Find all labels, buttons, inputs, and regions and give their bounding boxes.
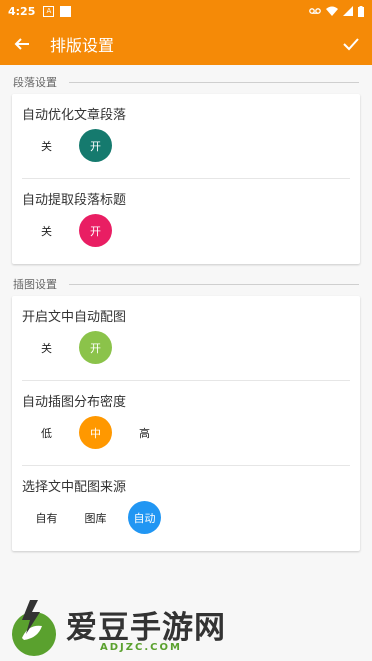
setting-label: 开启文中自动配图 [22,310,127,325]
option-low[interactable]: 低 [30,416,63,449]
option-on-selected[interactable]: 开 [79,129,112,162]
option-on-selected[interactable]: 开 [79,214,112,247]
voicemail-icon [309,8,321,14]
setting-label: 选择文中配图来源 [22,480,127,495]
paragraph-settings-card: 自动优化文章段落 关 开 自动提取段落标题 关 开 [12,94,360,264]
arrow-back-icon [14,37,29,50]
section-header-paragraph: 段落设置 [13,74,359,90]
watermark: 爱豆手游网 ADJZC.COM [8,598,258,658]
section-divider [69,81,359,83]
setting-label: 自动插图分布密度 [22,395,127,410]
section-divider [69,283,359,285]
watermark-subtext: ADJZC.COM [100,642,182,653]
battery-icon [358,5,364,17]
notification-square-icon [60,5,72,17]
option-auto-selected[interactable]: 自动 [128,501,161,534]
section-title: 插图设置 [13,278,57,291]
status-time: 4:25 [8,4,36,18]
illustration-settings-card: 开启文中自动配图 关 开 自动插图分布密度 低 中 高 选择文中配图来源 自有 … [12,296,360,551]
setting-illustration-source: 选择文中配图来源 自有 图库 自动 [12,466,360,551]
option-gallery[interactable]: 图库 [79,501,112,534]
watermark-logo-icon [12,600,56,656]
option-own[interactable]: 自有 [30,501,63,534]
check-icon [343,37,359,50]
confirm-button[interactable] [336,22,366,65]
option-medium-selected[interactable]: 中 [79,416,112,449]
option-off[interactable]: 关 [30,129,63,162]
watermark-text: 爱豆手游网 [66,610,226,646]
back-button[interactable] [0,22,44,65]
setting-label: 自动优化文章段落 [22,108,127,123]
section-header-illustration: 插图设置 [13,276,359,292]
section-title: 段落设置 [13,76,57,89]
option-off[interactable]: 关 [30,214,63,247]
status-bar: 4:25 A [0,0,372,22]
signal-icon [343,6,353,16]
option-on-selected[interactable]: 开 [79,331,112,364]
setting-auto-optimize-paragraph: 自动优化文章段落 关 开 [12,94,360,179]
setting-auto-illustrate: 开启文中自动配图 关 开 [12,296,360,381]
app-bar: 排版设置 [0,22,372,65]
wifi-icon [326,6,338,16]
notification-a-icon: A [43,5,55,17]
page-title: 排版设置 [50,35,115,55]
setting-auto-extract-title: 自动提取段落标题 关 开 [12,179,360,264]
option-off[interactable]: 关 [30,331,63,364]
setting-label: 自动提取段落标题 [22,193,127,208]
setting-illustration-density: 自动插图分布密度 低 中 高 [12,381,360,466]
option-high[interactable]: 高 [128,416,161,449]
